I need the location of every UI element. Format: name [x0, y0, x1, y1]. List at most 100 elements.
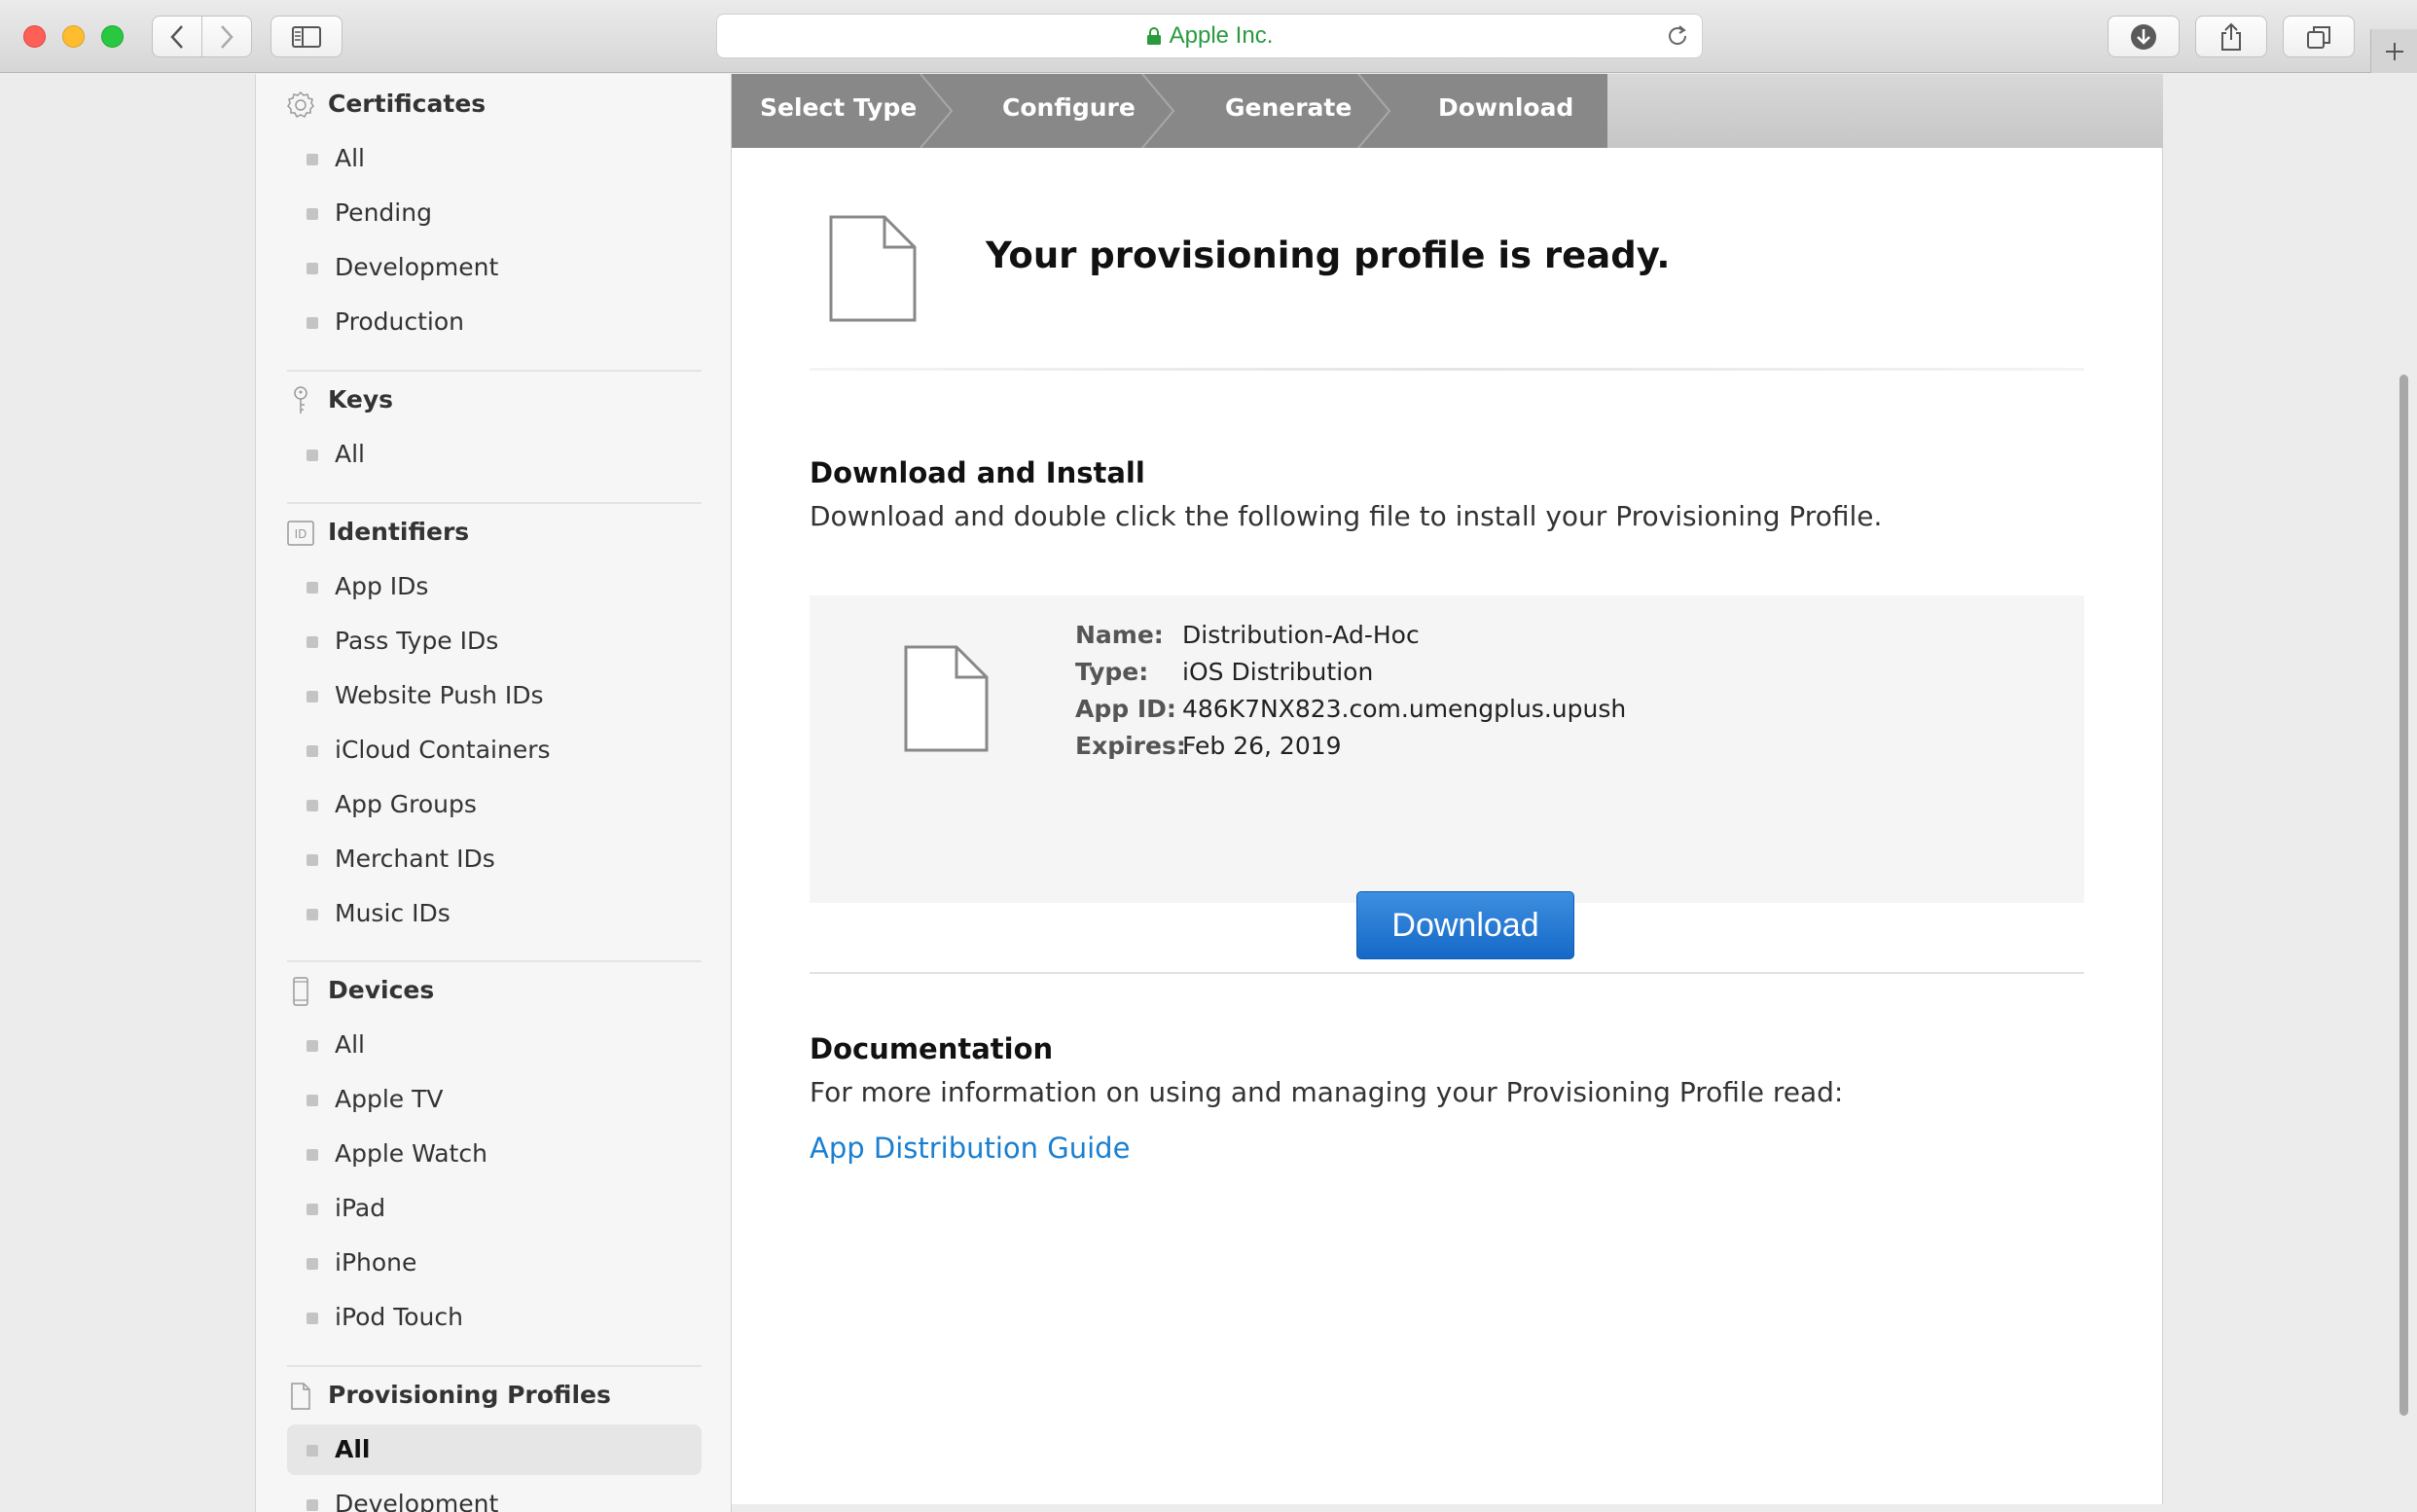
- back-icon: [170, 24, 183, 49]
- tabs-overview-icon: [2307, 25, 2330, 49]
- back-button[interactable]: [152, 16, 202, 57]
- sidebar-item-profiles-development[interactable]: Development: [287, 1479, 702, 1512]
- sidebar-item-label: App Groups: [335, 790, 477, 818]
- downloads-button[interactable]: [2108, 16, 2180, 57]
- bullet: [307, 263, 318, 274]
- divider: [287, 502, 702, 504]
- sidebar-item-label: All: [335, 440, 365, 468]
- minimize-window-button[interactable]: [62, 25, 85, 48]
- sidebar-item-label: Development: [335, 253, 499, 281]
- file-icon: [904, 645, 989, 752]
- profile-document-icon: [829, 215, 917, 322]
- main-content: Select Type Configure Generate Download …: [732, 74, 2163, 1504]
- step-chevron: [1141, 74, 1175, 148]
- sidebar-item-website-push-ids[interactable]: Website Push IDs: [287, 670, 702, 721]
- address-bar[interactable]: Apple Inc.: [716, 14, 1703, 58]
- sidebar-item-label: All: [335, 1030, 365, 1059]
- step-chevron: [1357, 74, 1391, 148]
- address-text: Apple Inc.: [1169, 22, 1274, 49]
- divider: [287, 370, 702, 372]
- id-card-icon: ID: [285, 518, 316, 549]
- phone-icon: [285, 976, 316, 1007]
- bullet: [307, 691, 318, 702]
- sidebar-item-certificates-pending[interactable]: Pending: [287, 188, 702, 238]
- bullet: [307, 1204, 318, 1215]
- download-button[interactable]: Download: [1356, 891, 1574, 959]
- step-chevron: [920, 74, 954, 148]
- section-certificates: Certificates: [256, 86, 731, 125]
- step-select-type: Select Type: [760, 93, 918, 122]
- sidebar-item-ipad[interactable]: iPad: [287, 1183, 702, 1234]
- downloads-icon: [2131, 23, 2156, 50]
- name-label: Name:: [1075, 621, 1164, 649]
- tabs-overview-button[interactable]: [2283, 16, 2355, 57]
- forward-icon: [221, 24, 234, 49]
- close-window-button[interactable]: [23, 25, 46, 48]
- sidebar-item-label: Development: [335, 1490, 499, 1512]
- bullet: [307, 1313, 318, 1324]
- sidebar-item-merchant-ids[interactable]: Merchant IDs: [287, 834, 702, 884]
- sidebar-item-music-ids[interactable]: Music IDs: [287, 888, 702, 939]
- section-title-certificates: Certificates: [328, 90, 487, 118]
- sidebar-item-app-groups[interactable]: App Groups: [287, 779, 702, 830]
- bullet: [307, 317, 318, 329]
- sidebar-item-label: iPad: [335, 1194, 386, 1222]
- sidebar-item-devices-all[interactable]: All: [287, 1020, 702, 1070]
- key-icon: [285, 385, 316, 416]
- sidebar-toggle-icon: [292, 25, 321, 48]
- section-title-provisioning-profiles: Provisioning Profiles: [328, 1381, 611, 1409]
- bullet: [307, 1258, 318, 1270]
- expires-label: Expires:: [1075, 732, 1186, 760]
- zoom-window-button[interactable]: [101, 25, 124, 48]
- sidebar-item-certificates-production[interactable]: Production: [287, 297, 702, 347]
- section-title-keys: Keys: [328, 385, 394, 414]
- sidebar-item-icloud-containers[interactable]: iCloud Containers: [287, 725, 702, 775]
- scrollbar-thumb[interactable]: [2399, 375, 2408, 1416]
- step-configure: Configure: [1002, 93, 1136, 122]
- sidebar-item-pass-type-ids[interactable]: Pass Type IDs: [287, 616, 702, 666]
- divider: [810, 972, 2084, 974]
- lock-icon: [1146, 26, 1162, 46]
- bullet: [307, 1499, 318, 1511]
- bullet: [307, 1149, 318, 1161]
- sidebar-item-label: All: [335, 1435, 371, 1463]
- sidebar-item-label: Production: [335, 307, 465, 336]
- profile-name: Distribution-Ad-Hoc: [1182, 621, 1420, 649]
- step-generate: Generate: [1225, 93, 1353, 122]
- sidebar-item-label: Merchant IDs: [335, 845, 495, 873]
- install-heading: Download and Install: [810, 456, 1145, 489]
- section-identifiers: ID Identifiers: [256, 514, 731, 553]
- sidebar-item-label: Apple Watch: [335, 1139, 487, 1168]
- step-bar: Select Type Configure Generate Download: [732, 74, 2163, 148]
- sidebar-item-apple-watch[interactable]: Apple Watch: [287, 1129, 702, 1179]
- sidebar-item-ipod-touch[interactable]: iPod Touch: [287, 1292, 702, 1343]
- sidebar-toggle-button[interactable]: [271, 16, 343, 57]
- sidebar-item-profiles-all[interactable]: All: [287, 1424, 702, 1475]
- sidebar-item-apple-tv[interactable]: Apple TV: [287, 1074, 702, 1125]
- sidebar-item-iphone[interactable]: iPhone: [287, 1238, 702, 1288]
- app-id-label: App ID:: [1075, 695, 1176, 723]
- sidebar-item-label: Pending: [335, 198, 432, 227]
- certificate-badge-icon: [285, 90, 316, 121]
- new-tab-button[interactable]: [2370, 29, 2417, 73]
- type-label: Type:: [1075, 658, 1149, 686]
- sidebar-item-label: Music IDs: [335, 899, 451, 927]
- forward-button[interactable]: [201, 16, 252, 57]
- share-button[interactable]: [2195, 16, 2267, 57]
- sidebar-item-keys-all[interactable]: All: [287, 429, 702, 480]
- page: Certificates All Pending Development Pro…: [0, 74, 2417, 1512]
- app-distribution-guide-link[interactable]: App Distribution Guide: [810, 1132, 1130, 1165]
- reload-icon[interactable]: [1665, 23, 1690, 55]
- id-icon-text: ID: [295, 527, 307, 541]
- bullet: [307, 745, 318, 757]
- sidebar-item-certificates-all[interactable]: All: [287, 133, 702, 184]
- section-keys: Keys: [256, 381, 731, 420]
- browser-toolbar: Apple Inc.: [0, 0, 2417, 73]
- bullet: [307, 450, 318, 461]
- sidebar-item-app-ids[interactable]: App IDs: [287, 561, 702, 612]
- sidebar-item-label: Website Push IDs: [335, 681, 544, 709]
- divider: [287, 1365, 702, 1367]
- bullet: [307, 154, 318, 165]
- bullet: [307, 582, 318, 594]
- sidebar-item-certificates-development[interactable]: Development: [287, 242, 702, 293]
